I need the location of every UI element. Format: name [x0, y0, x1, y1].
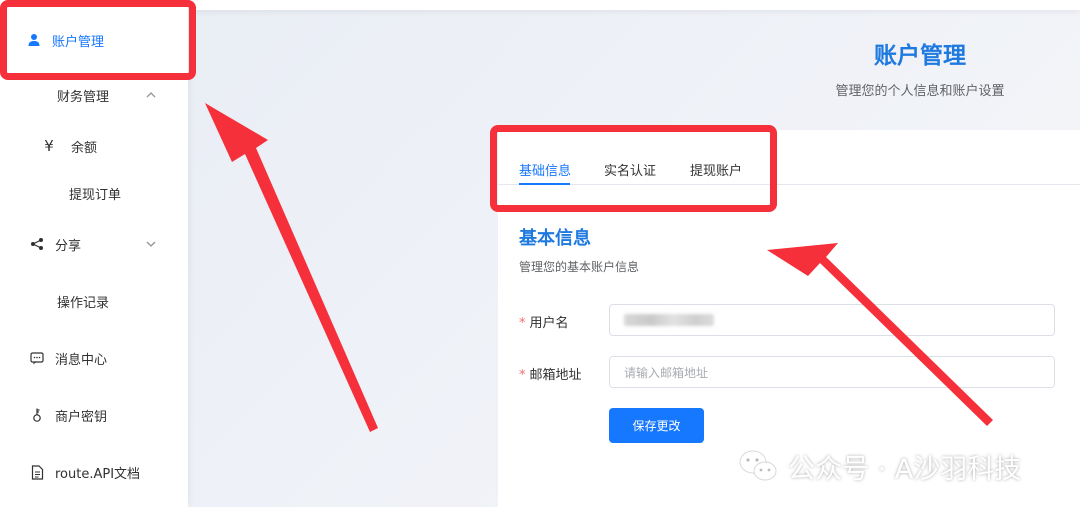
yen-icon: ¥ — [44, 137, 54, 155]
tab-bar: 基础信息 实名认证 提现账户 — [498, 130, 1080, 185]
sidebar-item-label: 分享 — [55, 238, 82, 254]
sidebar-item-withdrawal-orders[interactable]: 提现订单 — [0, 173, 188, 213]
page-title: 账户管理 — [874, 43, 966, 69]
user-icon — [26, 32, 42, 48]
share-icon — [29, 236, 45, 252]
sidebar-item-api-docs[interactable]: route.API文档 — [0, 452, 188, 492]
email-placeholder: 请输入邮箱地址 — [624, 365, 709, 380]
watermark: 公众号 · A沙羽科技 — [738, 446, 1021, 486]
tab-withdrawal-account[interactable]: 提现账户 — [690, 160, 742, 179]
chevron-down-icon — [144, 237, 158, 251]
sidebar: 账户管理 财务管理 ¥ 余额 提现订单 分享 操作记录 消息中心 商户密钥 ro… — [0, 0, 188, 507]
active-tab-indicator — [519, 183, 570, 185]
username-field[interactable] — [609, 304, 1055, 336]
key-icon — [29, 407, 45, 423]
section-title: 基本信息 — [519, 228, 591, 249]
top-bar — [190, 0, 1080, 10]
wechat-icon — [739, 450, 777, 481]
save-button[interactable]: 保存更改 — [609, 408, 704, 443]
page-subtitle: 管理您的个人信息和账户设置 — [835, 84, 1005, 99]
sidebar-item-merchant-key[interactable]: 商户密钥 — [0, 395, 188, 435]
sidebar-item-finance-management[interactable]: 财务管理 — [0, 75, 188, 115]
sidebar-item-operation-log[interactable]: 操作记录 — [0, 281, 188, 321]
tab-basic-info[interactable]: 基础信息 — [519, 160, 571, 179]
tab-real-name-verification[interactable]: 实名认证 — [604, 160, 656, 179]
arrow-to-sidebar — [205, 103, 378, 432]
required-marker: * — [519, 316, 526, 331]
sidebar-item-label: 财务管理 — [57, 89, 110, 105]
message-icon — [29, 350, 45, 366]
chevron-up-icon — [144, 88, 158, 102]
sidebar-item-label: route.API文档 — [55, 466, 141, 482]
sidebar-item-label: 消息中心 — [55, 352, 108, 368]
sidebar-item-balance[interactable]: ¥ 余额 — [0, 126, 188, 166]
username-label: * 用户名 — [519, 312, 569, 331]
sidebar-item-label: 商户密钥 — [55, 409, 108, 425]
required-marker: * — [519, 368, 526, 383]
username-label-text: 用户名 — [529, 316, 569, 331]
sidebar-item-message-center[interactable]: 消息中心 — [0, 338, 188, 378]
email-label: * 邮箱地址 — [519, 364, 582, 383]
sidebar-item-label: 余额 — [71, 140, 98, 156]
sidebar-item-label: 账户管理 — [52, 34, 105, 50]
watermark-text: 公众号 · A沙羽科技 — [788, 453, 1022, 485]
email-field[interactable]: 请输入邮箱地址 — [609, 356, 1055, 388]
document-icon — [29, 464, 45, 480]
blurred-username-value — [624, 314, 714, 326]
sidebar-item-label: 操作记录 — [57, 295, 110, 311]
sidebar-item-account-management[interactable]: 账户管理 — [0, 20, 188, 60]
email-label-text: 邮箱地址 — [529, 368, 582, 383]
sidebar-item-share[interactable]: 分享 — [0, 224, 188, 264]
sidebar-item-label: 提现订单 — [69, 187, 122, 203]
section-subtitle: 管理您的基本账户信息 — [519, 260, 640, 274]
